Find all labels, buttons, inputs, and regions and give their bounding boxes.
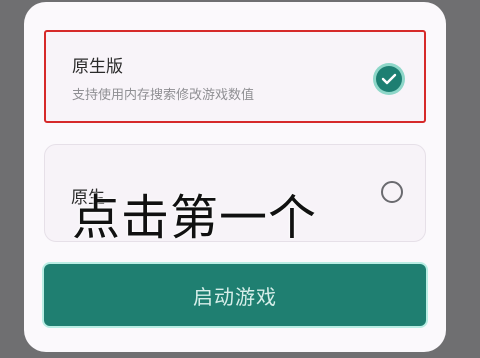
- start-game-button[interactable]: 启动游戏: [44, 264, 426, 326]
- option-native-version[interactable]: 原生版 支持使用内存搜索修改游戏数值: [44, 30, 426, 123]
- check-circle-icon[interactable]: [376, 66, 402, 92]
- instruction-overlay-text: 点击第一个: [72, 190, 318, 246]
- option-description: 支持使用内存搜索修改游戏数值: [72, 88, 255, 103]
- radio-unchecked-icon[interactable]: [381, 181, 403, 203]
- option-title: 原生版: [72, 57, 123, 77]
- launch-mode-dialog: 原生版 支持使用内存搜索修改游戏数值 原生 启动游戏: [24, 2, 446, 352]
